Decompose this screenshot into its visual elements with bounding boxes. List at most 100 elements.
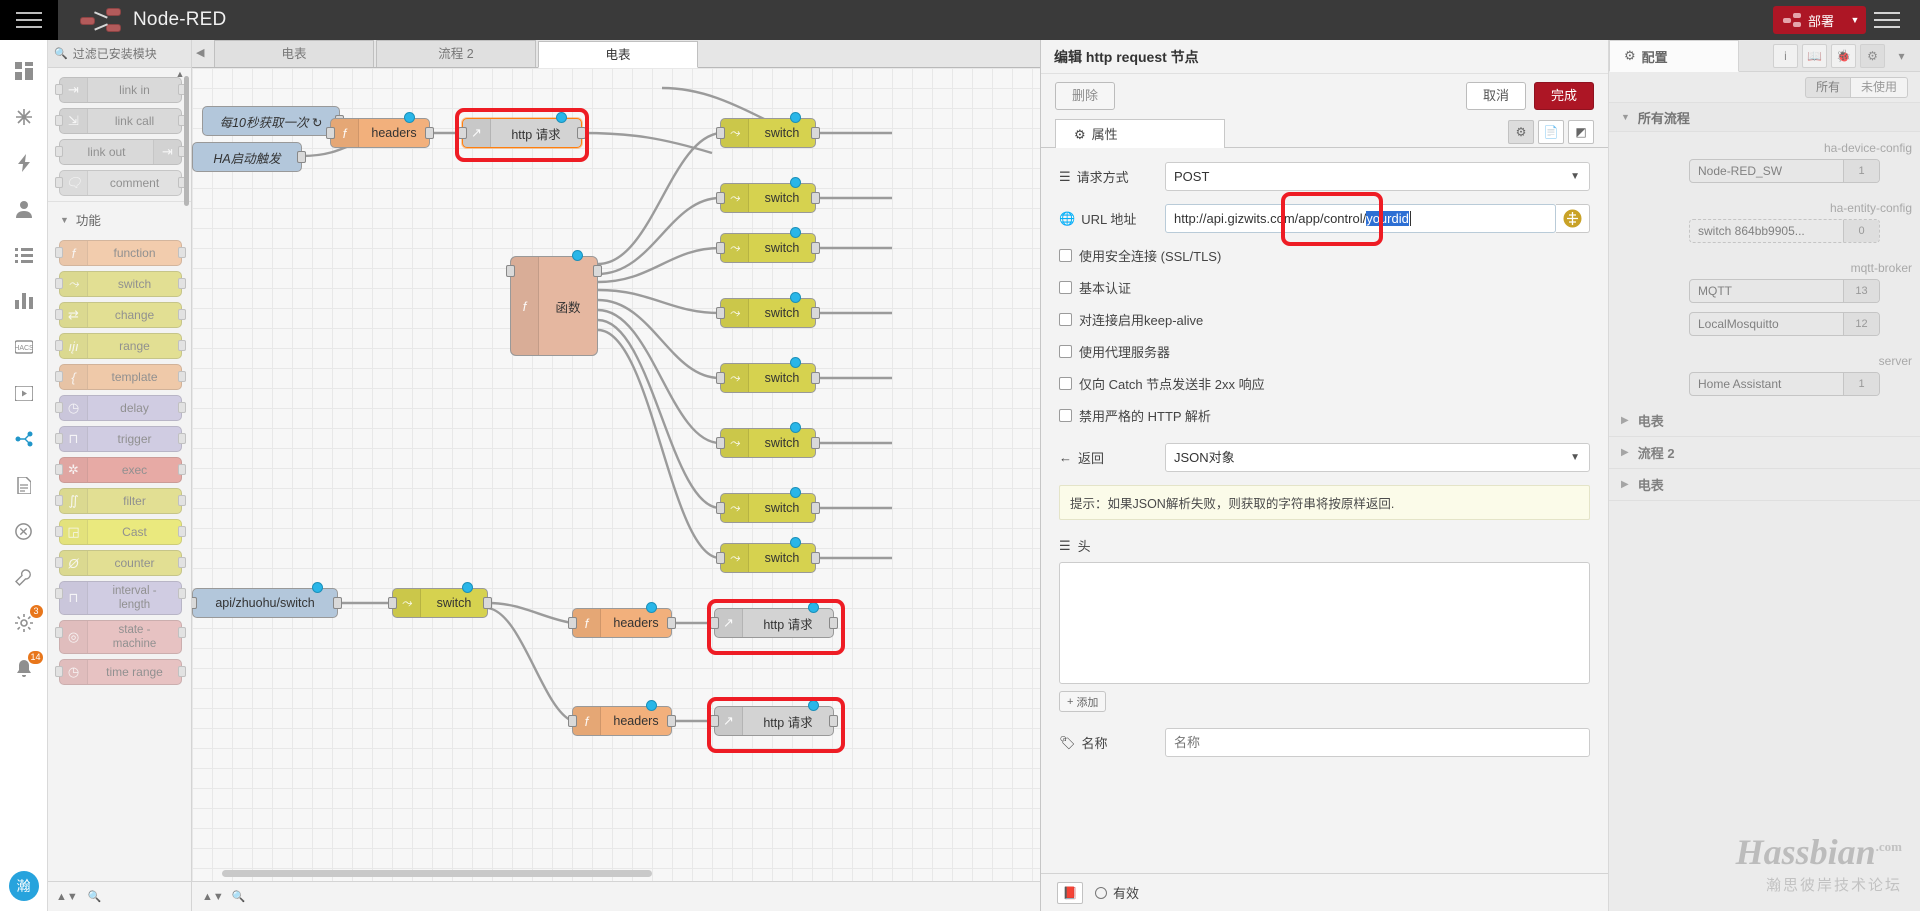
name-input[interactable] <box>1165 728 1590 757</box>
canvas-node-7[interactable]: ⤳ switch <box>716 227 820 263</box>
avatar[interactable]: 瀚 <box>8 871 39 901</box>
node-output-port[interactable] <box>333 597 342 609</box>
checkbox-ssl[interactable]: 使用安全连接 (SSL/TLS) <box>1059 246 1590 265</box>
node-output-port[interactable] <box>811 127 820 139</box>
flow-canvas[interactable]: 每10秒获取一次 ↻ HA启动触发 f headers ↗ http 请求 f 函数 ⤳ swit… <box>192 68 1040 881</box>
file-icon[interactable] <box>7 468 41 502</box>
palette-node-counter[interactable]: Øcounter <box>55 550 186 576</box>
headers-list[interactable] <box>1059 562 1590 684</box>
palette-node-template[interactable]: {template <box>55 364 186 390</box>
palette-node-trigger[interactable]: ⊓ trigger <box>55 426 186 452</box>
help-icon[interactable]: 📖 <box>1802 43 1827 68</box>
node-input-port[interactable] <box>716 242 725 254</box>
settings-icon[interactable]: 3 <box>7 605 43 640</box>
node-input-port[interactable] <box>716 192 725 204</box>
node-input-port[interactable] <box>710 715 719 727</box>
node-input-port[interactable] <box>568 715 577 727</box>
node-input-port[interactable] <box>192 597 197 609</box>
canvas-horizontal-scrollbar[interactable] <box>222 870 652 877</box>
tab-config[interactable]: ⚙ 配置 <box>1609 40 1739 72</box>
tools-icon[interactable] <box>7 560 41 594</box>
cancel-button[interactable]: 取消 <box>1465 82 1526 110</box>
node-output-port[interactable] <box>297 151 306 163</box>
done-button[interactable]: 完成 <box>1533 82 1594 110</box>
node-input-port[interactable] <box>716 502 725 514</box>
node-output-port[interactable] <box>811 372 820 384</box>
node-output-port[interactable] <box>811 437 820 449</box>
checkbox-keepalive[interactable]: 对连接启用keep-alive <box>1059 310 1590 329</box>
node-input-port[interactable] <box>710 617 719 629</box>
palette-node-function[interactable]: f function <box>55 240 186 266</box>
node-input-port[interactable] <box>55 402 63 413</box>
terminal-icon[interactable] <box>7 514 41 548</box>
node-input-port[interactable] <box>716 372 725 384</box>
node-output-port[interactable] <box>178 588 186 599</box>
canvas-node-12[interactable]: ⤳ switch <box>716 537 820 573</box>
canvas-node-5[interactable]: ⤳ switch <box>716 112 820 148</box>
canvas-node-1[interactable]: HA启动触发 <box>192 142 306 172</box>
canvas-node-17[interactable]: f headers <box>568 700 676 736</box>
media-icon[interactable] <box>7 376 41 410</box>
node-input-port[interactable] <box>55 115 63 126</box>
dashboard-icon[interactable] <box>7 54 41 88</box>
sidebar-flow-0[interactable]: ▶ 电表 <box>1609 405 1920 437</box>
palette-node-filter[interactable]: ∬ filter <box>55 488 186 514</box>
palette-category-function[interactable]: ▼ 功能 <box>48 201 191 235</box>
node-input-port[interactable] <box>55 340 63 351</box>
node-output-port[interactable] <box>178 495 186 506</box>
checkbox-proxy[interactable]: 使用代理服务器 <box>1059 342 1590 361</box>
node-output-port[interactable] <box>178 247 186 258</box>
main-menu-button[interactable] <box>1866 0 1908 40</box>
node-output-port[interactable] <box>178 464 186 475</box>
node-output-port[interactable] <box>811 192 820 204</box>
appearance-icon[interactable]: ◩ <box>1568 120 1594 144</box>
gear-icon[interactable]: ⚙ <box>1508 120 1534 144</box>
person-icon[interactable] <box>7 192 41 226</box>
node-input-port[interactable] <box>55 247 63 258</box>
node-output-port[interactable] <box>483 597 492 609</box>
node-input-port[interactable] <box>55 433 63 444</box>
tab-properties[interactable]: ⚙ 属性 <box>1055 119 1225 148</box>
chart-icon[interactable] <box>7 284 41 318</box>
palette-collapse-button[interactable]: ▲▼ <box>56 891 78 903</box>
info-icon[interactable]: i <box>1773 43 1798 68</box>
canvas-search-button[interactable]: 🔍 <box>232 890 246 903</box>
config-node-item[interactable]: MQTT 13 <box>1689 279 1880 303</box>
palette-node-state-machine[interactable]: ◎ state - machine <box>55 620 186 654</box>
list-icon[interactable] <box>7 238 41 272</box>
palette-node-switch[interactable]: ⤳ switch <box>55 271 186 297</box>
add-header-button[interactable]: + 添加 <box>1059 691 1107 712</box>
node-input-port[interactable] <box>55 464 63 475</box>
node-input-port[interactable] <box>55 588 63 599</box>
tidy-icon[interactable] <box>1556 204 1590 233</box>
palette-node-link-in[interactable]: ⇥ link in <box>55 77 186 103</box>
node-input-port[interactable] <box>716 127 725 139</box>
sidebar-flow-1[interactable]: ▶ 流程 2 <box>1609 437 1920 469</box>
book-icon[interactable]: 📕 <box>1057 881 1083 904</box>
node-input-port[interactable] <box>55 84 63 95</box>
palette-node-link-call[interactable]: ⇲ link call <box>55 108 186 134</box>
node-output-port[interactable] <box>178 402 186 413</box>
node-output-port[interactable] <box>667 617 676 629</box>
canvas-node-2[interactable]: f headers <box>326 112 434 148</box>
canvas-node-11[interactable]: ⤳ switch <box>716 487 820 523</box>
flow-tab-2[interactable]: 电表 <box>538 41 698 68</box>
canvas-zoom-button[interactable]: ▲▼ <box>202 891 224 903</box>
palette-node-delay[interactable]: ◷ delay <box>55 395 186 421</box>
deploy-button[interactable]: 部署 <box>1772 6 1847 34</box>
node-output-port[interactable] <box>178 433 186 444</box>
node-output-port[interactable] <box>593 265 602 277</box>
filter-unused-button[interactable]: 未使用 <box>1850 76 1908 98</box>
node-output-port[interactable] <box>667 715 676 727</box>
node-output-port[interactable] <box>178 557 186 568</box>
node-input-port[interactable] <box>55 495 63 506</box>
node-output-port[interactable] <box>425 127 434 139</box>
left-menu-toggle[interactable] <box>0 0 58 40</box>
palette-node-exec[interactable]: ✲ exec <box>55 457 186 483</box>
nodered-icon[interactable] <box>7 422 41 456</box>
node-output-port[interactable] <box>178 627 186 638</box>
node-input-port[interactable] <box>55 146 63 157</box>
palette-search[interactable]: 🔍 <box>48 40 191 68</box>
canvas-node-9[interactable]: ⤳ switch <box>716 357 820 393</box>
node-output-port[interactable] <box>178 340 186 351</box>
